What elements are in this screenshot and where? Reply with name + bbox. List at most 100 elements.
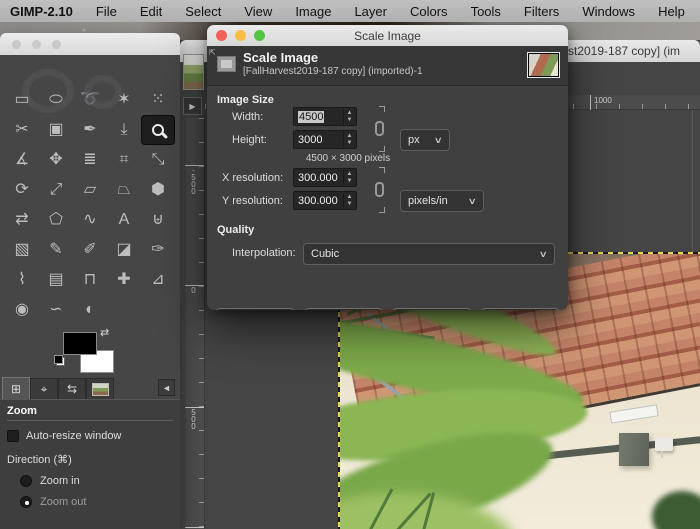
rectangle-select-tool[interactable]: ▭ — [5, 85, 39, 115]
dialog-image-thumbnail — [528, 53, 559, 77]
default-colors-icon[interactable] — [56, 357, 65, 366]
interpolation-label: Interpolation: — [232, 247, 296, 259]
panel-collapse-button[interactable]: ◄ — [158, 379, 175, 396]
free-select-tool[interactable]: ➰ — [73, 85, 107, 115]
menu-help[interactable]: Help — [658, 4, 685, 19]
bucket-fill-tool[interactable]: ⊎ — [141, 205, 175, 235]
resolution-unit-dropdown[interactable]: pixels/in ∨ — [400, 190, 484, 212]
photo-security-camera — [655, 438, 673, 451]
menu-bar: GIMP-2.10 File Edit Select View Image La… — [0, 0, 700, 22]
paths-tool[interactable]: ✒ — [73, 115, 107, 145]
x-resolution-spinner[interactable]: ▲▼ — [343, 170, 355, 185]
tab-undo-history[interactable]: ⇆ — [58, 378, 86, 399]
x-resolution-input[interactable]: 300.000 ▲▼ — [293, 168, 357, 187]
transform-3d-tool[interactable]: ⬢ — [141, 175, 175, 205]
image-window-thumbnail — [183, 54, 204, 90]
toolbox-titlebar[interactable] — [0, 33, 180, 55]
chevron-down-icon: ∨ — [434, 135, 443, 146]
dialog-icon — [217, 56, 236, 72]
minimize-button[interactable] — [235, 30, 246, 41]
menu-windows[interactable]: Windows — [582, 4, 635, 19]
perspective-clone-tool[interactable]: ⊿ — [141, 265, 175, 295]
foreground-select-tool[interactable]: ▣ — [39, 115, 73, 145]
zoom-tool[interactable] — [141, 115, 175, 145]
width-input[interactable]: 4500 ▲▼ — [293, 107, 357, 126]
help-button[interactable]: Help — [215, 308, 295, 310]
shear-tool[interactable]: ▱ — [73, 175, 107, 205]
size-unit-dropdown[interactable]: px ∨ — [400, 129, 450, 151]
heal-tool[interactable]: ✚ — [107, 265, 141, 295]
height-label: Height: — [232, 134, 267, 146]
scissors-select-tool[interactable]: ✂ — [5, 115, 39, 145]
fuzzy-select-tool[interactable]: ✶ — [107, 85, 141, 115]
menu-layer[interactable]: Layer — [354, 4, 387, 19]
menu-filters[interactable]: Filters — [524, 4, 559, 19]
dialog-header: ⇱ Scale Image [FallHarvest2019-187 copy]… — [207, 46, 568, 86]
blur-sharpen-tool[interactable]: ◉ — [5, 295, 39, 325]
menu-colors[interactable]: Colors — [410, 4, 448, 19]
text-tool[interactable]: A — [107, 205, 141, 235]
rotate-tool[interactable]: ⟳ — [5, 175, 39, 205]
menu-file[interactable]: File — [96, 4, 117, 19]
resolution-chain-link-icon[interactable] — [373, 167, 387, 213]
warp-transform-tool[interactable]: ∿ — [73, 205, 107, 235]
close-button-inactive[interactable] — [12, 40, 21, 49]
menu-image[interactable]: Image — [295, 4, 331, 19]
mypaint-brush-tool[interactable]: ▤ — [39, 265, 73, 295]
reset-button[interactable]: Reset — [304, 308, 384, 310]
swap-colors-icon[interactable]: ⇄ — [100, 326, 109, 339]
eraser-tool[interactable]: ◪ — [107, 235, 141, 265]
flip-tool[interactable]: ⇄ — [5, 205, 39, 235]
align-tool[interactable]: ≣ — [73, 145, 107, 175]
maximize-button[interactable] — [254, 30, 265, 41]
interpolation-dropdown[interactable]: Cubic ∨ — [303, 243, 555, 265]
airbrush-tool[interactable]: ⌇ — [5, 265, 39, 295]
move-tool[interactable]: ✥ — [39, 145, 73, 175]
zoom-in-radio[interactable] — [20, 475, 32, 487]
y-resolution-input[interactable]: 300.000 ▲▼ — [293, 191, 357, 210]
dodge-burn-tool[interactable]: ◐ — [73, 295, 107, 325]
width-spinner[interactable]: ▲▼ — [343, 109, 355, 124]
tab-device-status[interactable]: ⌖ — [30, 378, 58, 399]
cancel-button[interactable]: Cancel — [392, 308, 472, 310]
height-input[interactable]: 3000 ▲▼ — [293, 130, 357, 149]
height-spinner[interactable]: ▲▼ — [343, 132, 355, 147]
pencil-tool[interactable]: ✎ — [39, 235, 73, 265]
menu-gimp[interactable]: GIMP-2.10 — [10, 4, 73, 19]
clone-tool[interactable]: ⊓ — [73, 265, 107, 295]
maximize-button-inactive[interactable] — [52, 40, 61, 49]
select-by-color-tool[interactable]: ⁙ — [141, 85, 175, 115]
quality-section-label: Quality — [217, 224, 254, 236]
color-picker-tool[interactable]: ⤓ — [107, 115, 141, 145]
minimize-button-inactive[interactable] — [32, 40, 41, 49]
auto-resize-checkbox[interactable] — [7, 430, 19, 442]
menu-edit[interactable]: Edit — [140, 4, 162, 19]
auto-resize-label: Auto-resize window — [26, 430, 121, 442]
zoom-out-radio[interactable] — [20, 496, 32, 508]
size-chain-link-icon[interactable] — [373, 106, 387, 152]
perspective-tool[interactable]: ⏢ — [107, 175, 141, 205]
cage-transform-tool[interactable]: ⬠ — [39, 205, 73, 235]
menu-select[interactable]: Select — [185, 4, 221, 19]
foreground-color-swatch[interactable] — [63, 332, 97, 355]
scale-button[interactable]: Scale — [481, 308, 561, 310]
tab-tool-options[interactable]: ⊞ — [2, 377, 30, 399]
dialog-titlebar[interactable]: Scale Image — [207, 25, 568, 46]
tab-image-thumbnail[interactable] — [86, 378, 114, 399]
direction-label: Direction (⌘) — [7, 453, 173, 466]
measure-tool[interactable]: ∡ — [5, 145, 39, 175]
menu-tools[interactable]: Tools — [471, 4, 501, 19]
smudge-tool[interactable]: ∽ — [39, 295, 73, 325]
ellipse-select-tool[interactable]: ⬭ — [39, 85, 73, 115]
close-button[interactable] — [216, 30, 227, 41]
scale-tool[interactable]: ⤢ — [39, 175, 73, 205]
unified-transform-tool[interactable]: ⤡ — [141, 145, 175, 175]
chevron-down-icon: ∨ — [468, 196, 477, 207]
crop-tool[interactable]: ⌗ — [107, 145, 141, 175]
ink-tool[interactable]: ✑ — [141, 235, 175, 265]
image-window-menu-button[interactable]: ▶ — [183, 97, 202, 115]
paintbrush-tool[interactable]: ✐ — [73, 235, 107, 265]
y-resolution-spinner[interactable]: ▲▼ — [343, 193, 355, 208]
gradient-tool[interactable]: ▧ — [5, 235, 39, 265]
menu-view[interactable]: View — [244, 4, 272, 19]
